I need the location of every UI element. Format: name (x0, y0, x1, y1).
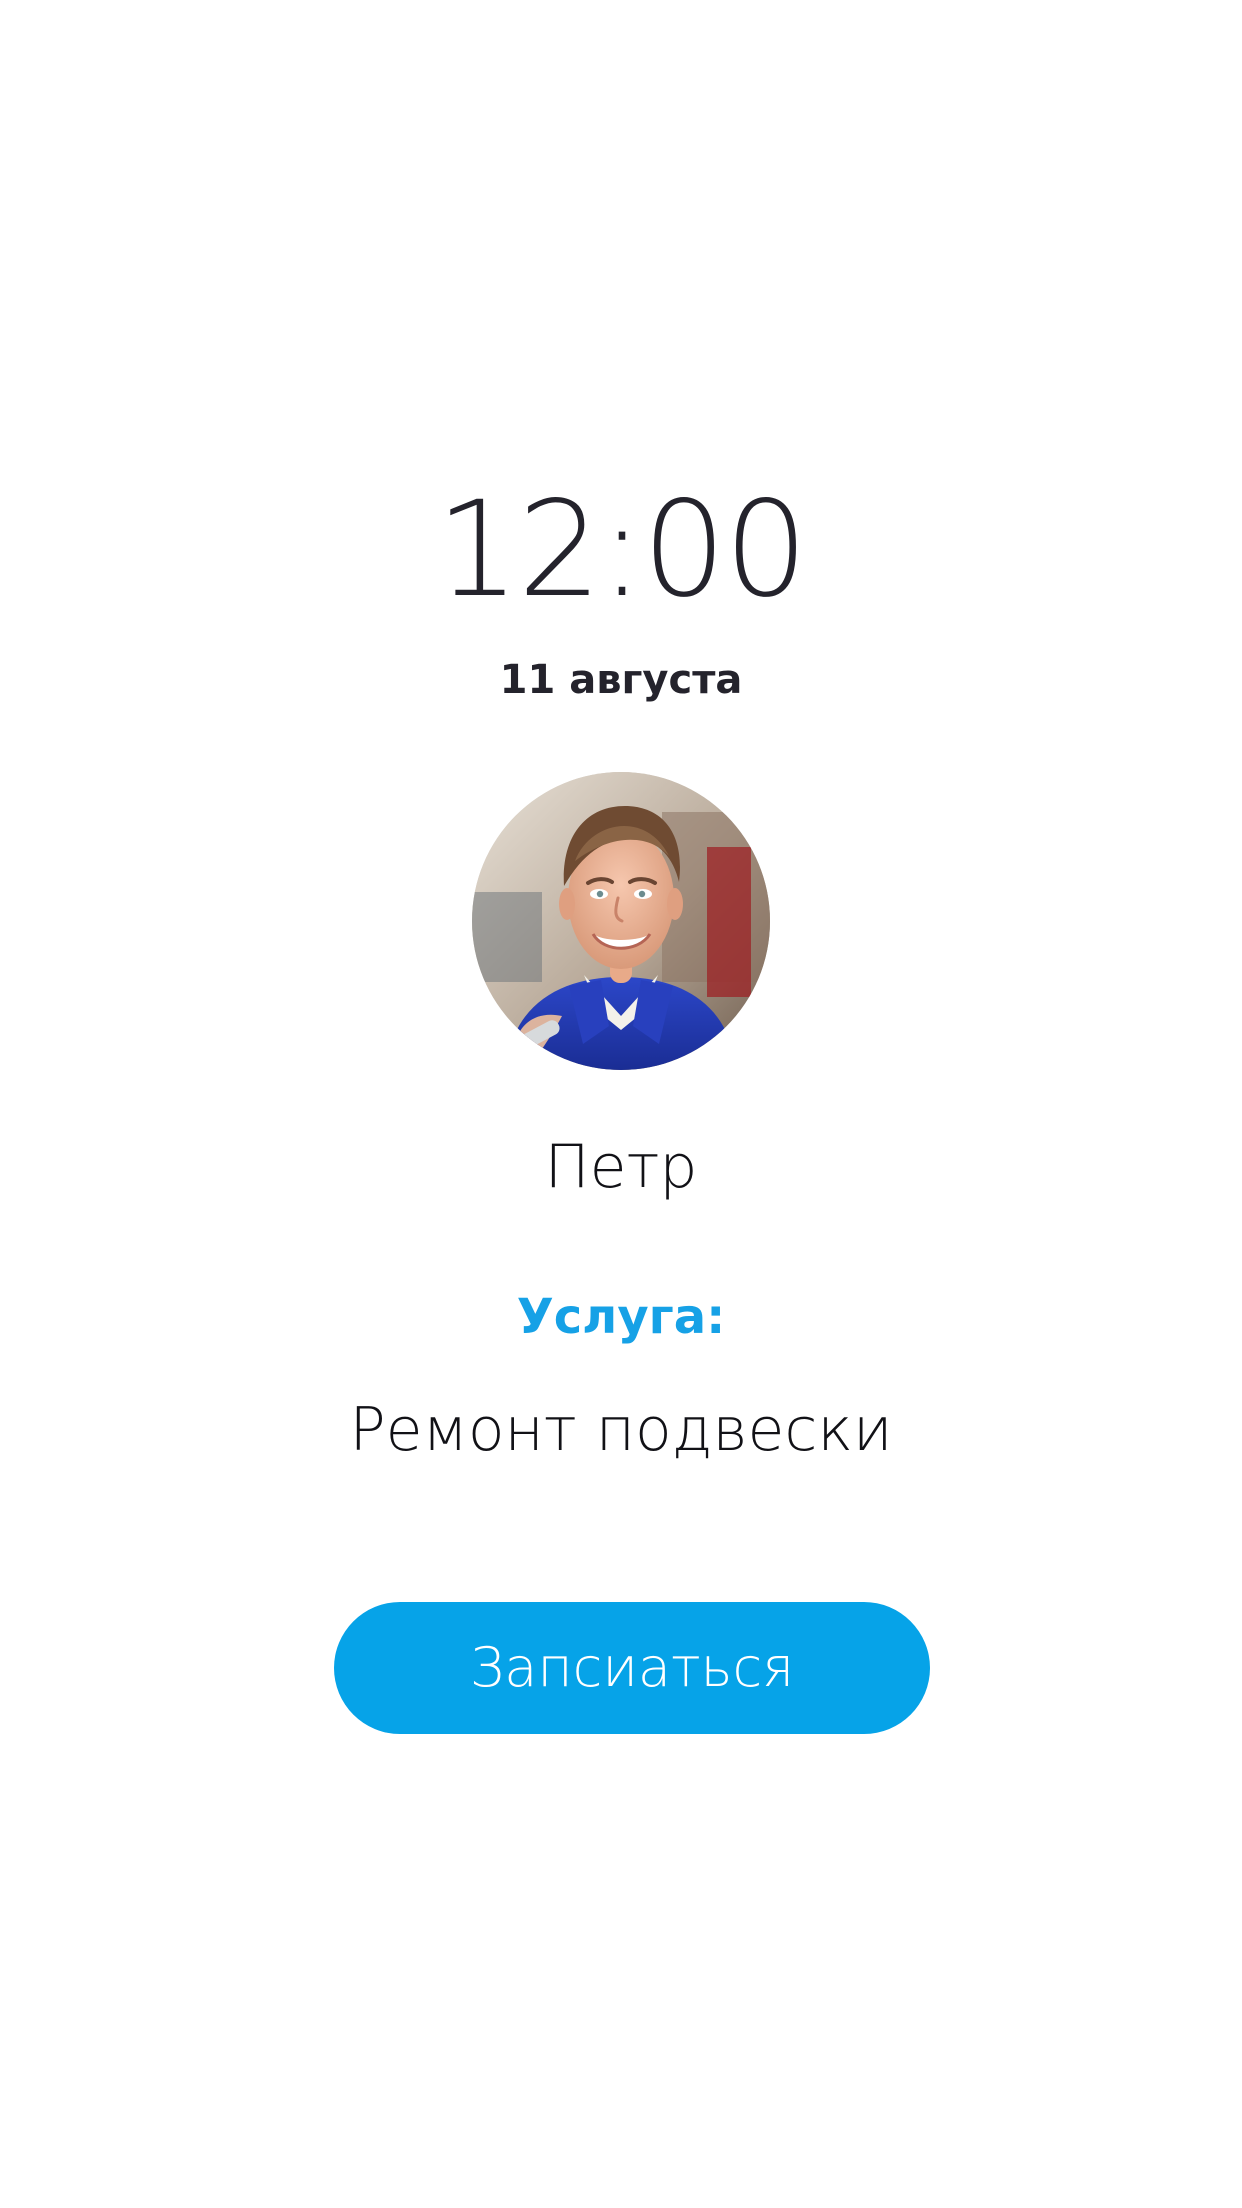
booking-confirmation-screen: 12:00 11 августа Петр Услуга: Ремонт под… (0, 0, 1242, 2208)
book-button[interactable]: Запсиаться (334, 1602, 930, 1734)
master-avatar (472, 772, 770, 1070)
appointment-date: 11 августа (499, 657, 743, 703)
master-name: Петр (544, 1132, 698, 1202)
master-avatar-photo (472, 772, 770, 1070)
service-value: Ремонт подвески (349, 1395, 893, 1465)
appointment-time: 12:00 (435, 473, 808, 627)
service-label: Услуга: (516, 1289, 726, 1345)
